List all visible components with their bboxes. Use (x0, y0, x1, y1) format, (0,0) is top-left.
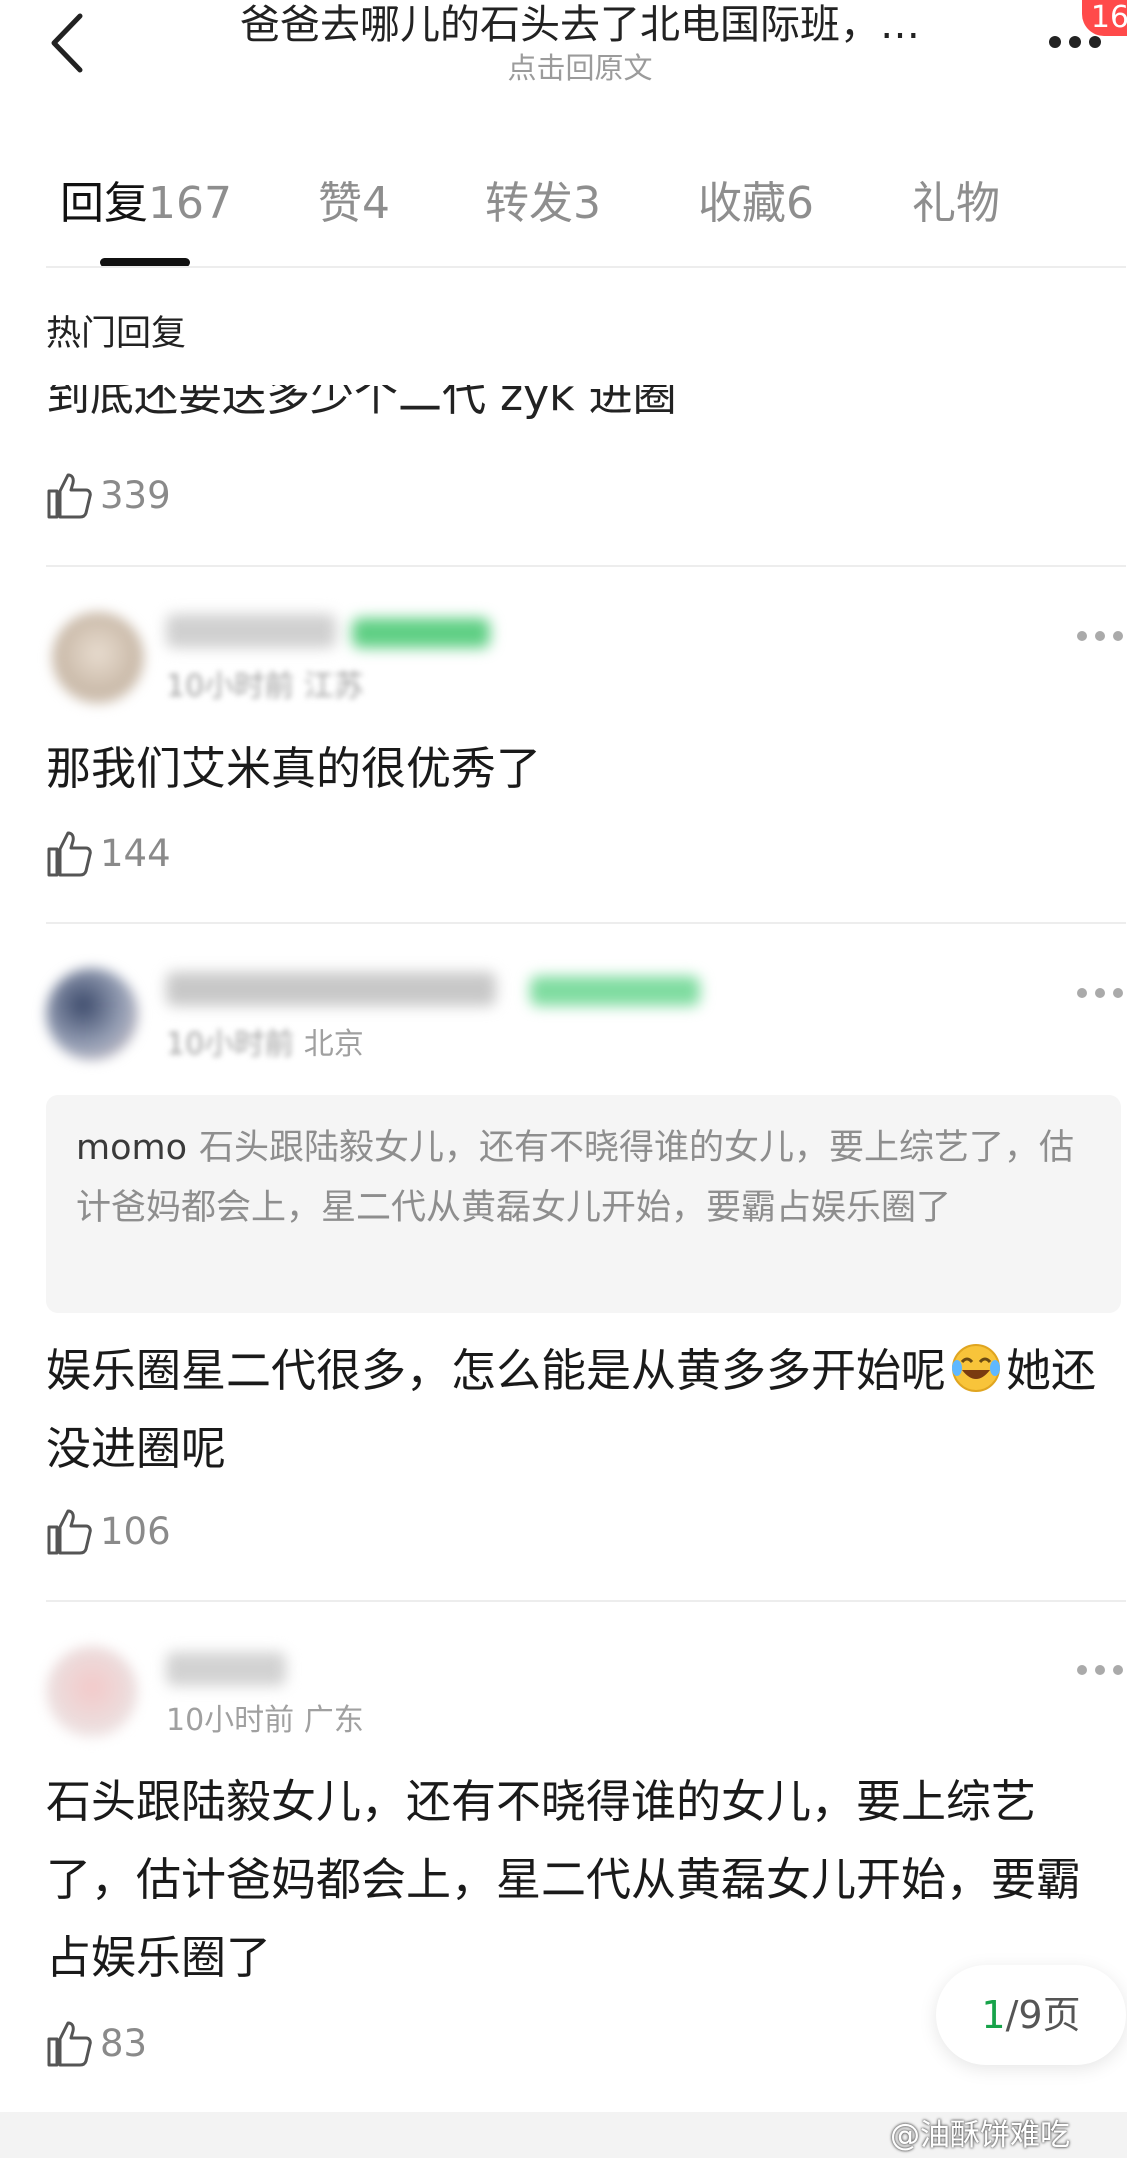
comment-text: 那我们艾米真的很优秀了 (46, 742, 542, 795)
level-badge (530, 976, 700, 1006)
page-unit: 页 (1042, 1993, 1081, 2037)
watermark: @油酥饼难吃 (890, 2118, 1070, 2153)
thumbs-up-icon (47, 2021, 92, 2067)
divider (46, 565, 1126, 567)
comment-region: 江苏 (303, 669, 364, 704)
thumbs-up-icon (47, 473, 92, 519)
tab-label: 赞 (318, 178, 362, 229)
comment-meta: 10小时前 北京 (166, 1026, 364, 1064)
comment-time: 10小时前 (166, 1703, 295, 1738)
tab-label: 回复 (60, 178, 148, 229)
tab-gifts[interactable]: 礼物 (912, 176, 1000, 232)
post-title[interactable]: 爸爸去哪儿的石头去了北电国际班，… (180, 0, 980, 50)
like-button[interactable]: 144 (46, 826, 171, 880)
username[interactable] (166, 614, 336, 648)
comment-region: 广东 (303, 1703, 364, 1738)
thumbs-up-icon (47, 1509, 92, 1555)
back-to-original-link[interactable]: 点击回原文 (180, 50, 980, 86)
section-title: 热门回复 (46, 314, 187, 354)
tab-count: 167 (148, 178, 232, 229)
comment-text: 娱乐圈星二代很多，怎么能是从黄多多开始呢 她还没进圈呢 (46, 1332, 1116, 1488)
avatar[interactable] (52, 612, 144, 704)
notification-badge: 16 (1082, 0, 1127, 36)
tab-favorites[interactable]: 收藏6 (698, 176, 814, 232)
total-pages: /9 (1005, 1993, 1043, 2037)
thumbs-up-icon (47, 831, 92, 877)
tab-count: 4 (362, 178, 390, 229)
comment-meta: 10小时前 江苏 (166, 668, 364, 706)
quoted-content: 石头跟陆毅女儿，还有不晓得谁的女儿，要上综艺了，估计爸妈都会上，星二代从黄磊女儿… (76, 1128, 1075, 1228)
username[interactable] (166, 972, 496, 1006)
tab-label: 转发 (485, 178, 573, 229)
tab-reposts[interactable]: 转发3 (485, 176, 601, 232)
back-arrow-icon[interactable] (44, 8, 104, 78)
divider (46, 922, 1126, 924)
divider (46, 1600, 1126, 1602)
tab-likes[interactable]: 赞4 (318, 176, 390, 232)
page-indicator[interactable]: 1/9页 (936, 1965, 1126, 2065)
username[interactable] (166, 1652, 286, 1686)
tab-label: 收藏 (698, 178, 786, 229)
like-count: 106 (100, 1509, 171, 1553)
comment-more-icon[interactable] (1075, 985, 1125, 999)
quoted-reply-text: momo 石头跟陆毅女儿，还有不晓得谁的女儿，要上综艺了，估计爸妈都会上，星二代从… (76, 1118, 1096, 1238)
laughing-tears-emoji-icon (950, 1340, 1002, 1392)
comment-region: 北京 (303, 1027, 364, 1062)
like-count: 339 (100, 473, 171, 517)
comment-meta: 10小时前 广东 (166, 1702, 364, 1740)
avatar[interactable] (46, 968, 138, 1060)
comment-text: 到底还要送多少个二代 zyk 进圈 (46, 385, 677, 425)
tab-count: 3 (573, 178, 601, 229)
level-badge (352, 618, 490, 648)
like-button[interactable]: 339 (46, 468, 171, 522)
comment-text-content: 到底还要送多少个二代 zyk 进圈 (46, 385, 677, 421)
like-count: 144 (100, 831, 171, 875)
comment-more-icon[interactable] (1075, 1662, 1125, 1676)
like-button[interactable]: 106 (46, 1504, 171, 1558)
comment-time: 10小时前 (166, 669, 295, 704)
tab-label: 礼物 (912, 178, 1000, 229)
comment-text: 石头跟陆毅女儿，还有不晓得谁的女儿，要上综艺了，估计爸妈都会上，星二代从黄磊女儿… (46, 1775, 1082, 1984)
tab-count: 6 (786, 178, 814, 229)
quoted-author[interactable]: momo (76, 1128, 187, 1168)
comment-time: 10小时前 (166, 1027, 295, 1062)
current-page: 1 (981, 1993, 1006, 2037)
like-count: 83 (100, 2021, 148, 2065)
like-button[interactable]: 83 (46, 2016, 147, 2070)
tab-replies[interactable]: 回复167 (60, 176, 232, 232)
comment-text-part: 娱乐圈星二代很多，怎么能是从黄多多开始呢 (46, 1344, 947, 1397)
comment-more-icon[interactable] (1075, 628, 1125, 642)
avatar[interactable] (46, 1646, 138, 1738)
divider (46, 266, 1126, 268)
